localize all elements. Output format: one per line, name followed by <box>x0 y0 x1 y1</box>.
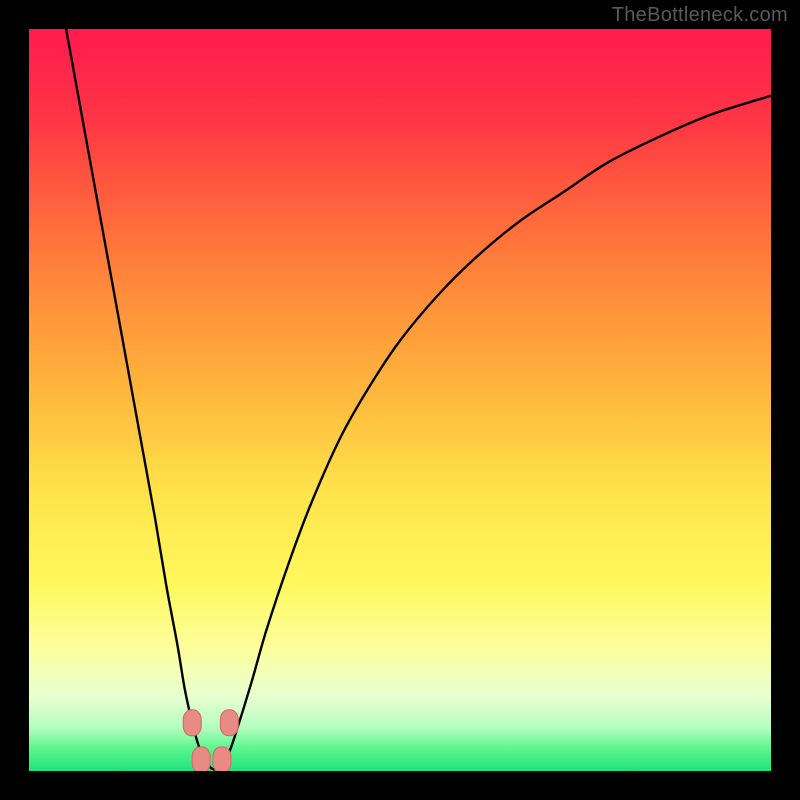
watermark-label: TheBottleneck.com <box>612 4 788 27</box>
chart-frame: TheBottleneck.com <box>0 0 800 800</box>
curve-marker <box>192 747 210 771</box>
bottleneck-chart <box>29 29 771 771</box>
chart-background <box>29 29 771 771</box>
curve-marker <box>183 710 201 736</box>
curve-marker <box>213 747 231 771</box>
curve-marker <box>220 710 238 736</box>
